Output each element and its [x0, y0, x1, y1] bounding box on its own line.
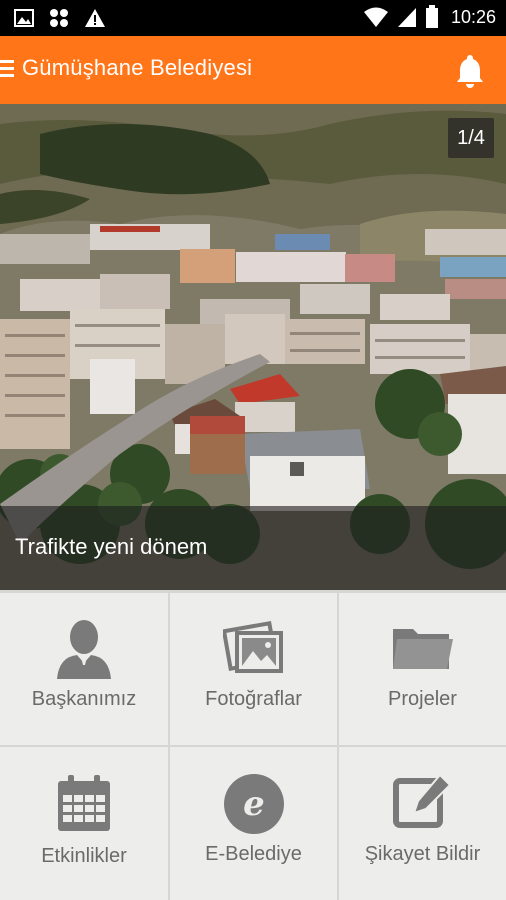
status-bar: 10:26 — [0, 0, 506, 36]
wifi-icon — [363, 7, 388, 27]
status-right-icons: 10:26 — [363, 5, 496, 29]
slide-caption-bar: Trafikte yeni dönem — [0, 506, 506, 590]
e-icon: e — [223, 774, 284, 834]
menu-label-e-belediye: E-Belediye — [205, 843, 302, 865]
status-time: 10:26 — [450, 6, 496, 27]
menu-item-projeler[interactable]: Projeler — [339, 593, 506, 745]
image-icon — [14, 9, 34, 27]
menu-item-fotograflar[interactable]: Fotoğraflar — [170, 593, 337, 745]
warning-icon — [85, 9, 105, 27]
menu-icon[interactable] — [0, 60, 16, 78]
person-icon — [57, 620, 111, 679]
slide-caption[interactable]: Trafikte yeni dönem — [15, 534, 207, 560]
menu-label-sikayet-bildir: Şikayet Bildir — [364, 843, 481, 865]
menu-label-baskanimiz: Başkanımız — [31, 688, 137, 710]
menu-grid: Başkanımız Fotoğraflar Projeler Etkinlik… — [0, 590, 506, 900]
menu-label-fotograflar: Fotoğraflar — [205, 688, 302, 710]
menu-label-projeler: Projeler — [388, 688, 457, 710]
menu-label-etkinlikler: Etkinlikler — [41, 845, 127, 867]
menu-item-etkinlikler[interactable]: Etkinlikler — [0, 747, 168, 900]
signal-icon — [397, 8, 416, 27]
bell-icon[interactable] — [452, 52, 488, 88]
menu-item-e-belediye[interactable]: e E-Belediye — [170, 747, 337, 900]
photos-icon — [222, 620, 283, 673]
svg-text:e: e — [243, 784, 265, 824]
calendar-icon — [58, 775, 110, 831]
app-bar: Gümüşhane Belediyesi — [0, 36, 506, 104]
battery-icon — [425, 5, 438, 28]
menu-item-baskanimiz[interactable]: Başkanımız — [0, 593, 168, 745]
folder-icon — [392, 629, 453, 669]
slide-counter: 1/4 — [448, 118, 494, 158]
edit-icon — [392, 773, 451, 828]
menu-item-sikayet-bildir[interactable]: Şikayet Bildir — [339, 747, 506, 900]
app-title: Gümüşhane Belediyesi — [22, 55, 253, 80]
pinwheel-icon — [50, 9, 68, 27]
news-slider[interactable]: 1/4 Trafikte yeni dönem — [0, 104, 506, 590]
status-left-icons — [14, 7, 106, 29]
